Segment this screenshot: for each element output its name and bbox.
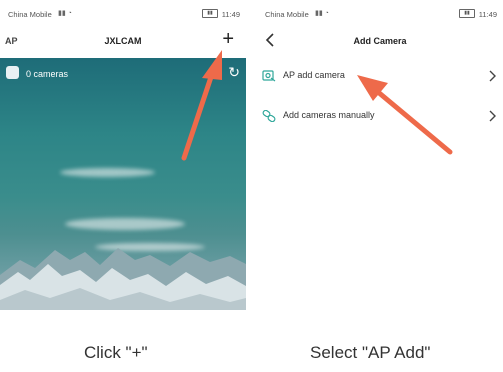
signal-wifi-icon: ▮▮ ◔ (58, 10, 72, 17)
camera-list-icon (6, 66, 19, 79)
caption-left: Click "+" (84, 343, 148, 362)
add-camera-button[interactable]: + (222, 28, 234, 50)
camera-scan-icon (262, 70, 276, 82)
signal-wifi-icon: ▮▮ ◔ (315, 10, 329, 17)
caption-right: Select "AP Add" (310, 343, 431, 362)
top-nav: Add Camera (257, 26, 503, 58)
refresh-icon[interactable]: ↻ (228, 64, 240, 81)
status-bar: China Mobile ▮▮ ◔ ▮▮ 11:49 (257, 0, 503, 26)
chevron-right-icon (489, 70, 496, 82)
home-screen: China Mobile ▮▮ ◔ ▮▮ 11:49 AP JXLCAM + 0… (0, 0, 246, 310)
cloud (65, 218, 185, 230)
status-bar: China Mobile ▮▮ ◔ ▮▮ 11:49 (0, 0, 246, 26)
clock: 11:49 (221, 10, 240, 19)
link-icon (262, 110, 276, 122)
battery-icon: ▮▮ (202, 9, 218, 18)
clock: 11:49 (478, 10, 497, 19)
battery-icon: ▮▮ (459, 9, 475, 18)
carrier-label: China Mobile (8, 10, 52, 19)
menu-item-label: Add cameras manually (283, 110, 375, 120)
menu-item-label: AP add camera (283, 70, 345, 80)
mountains-illustration (0, 248, 246, 310)
hero-background: 0 cameras ↻ (0, 58, 246, 310)
app-title: JXLCAM (104, 36, 142, 46)
carrier-label: China Mobile (265, 10, 309, 19)
menu-item-add-manually[interactable]: Add cameras manually (257, 98, 503, 134)
camera-count: 0 cameras (26, 69, 69, 79)
menu-item-ap-add[interactable]: AP add camera (257, 58, 503, 94)
cloud (60, 168, 155, 177)
add-camera-screen: China Mobile ▮▮ ◔ ▮▮ 11:49 Add Camera AP… (257, 0, 503, 310)
top-nav: AP JXLCAM + (0, 26, 246, 58)
page-title: Add Camera (353, 36, 407, 46)
chevron-right-icon (489, 110, 496, 122)
